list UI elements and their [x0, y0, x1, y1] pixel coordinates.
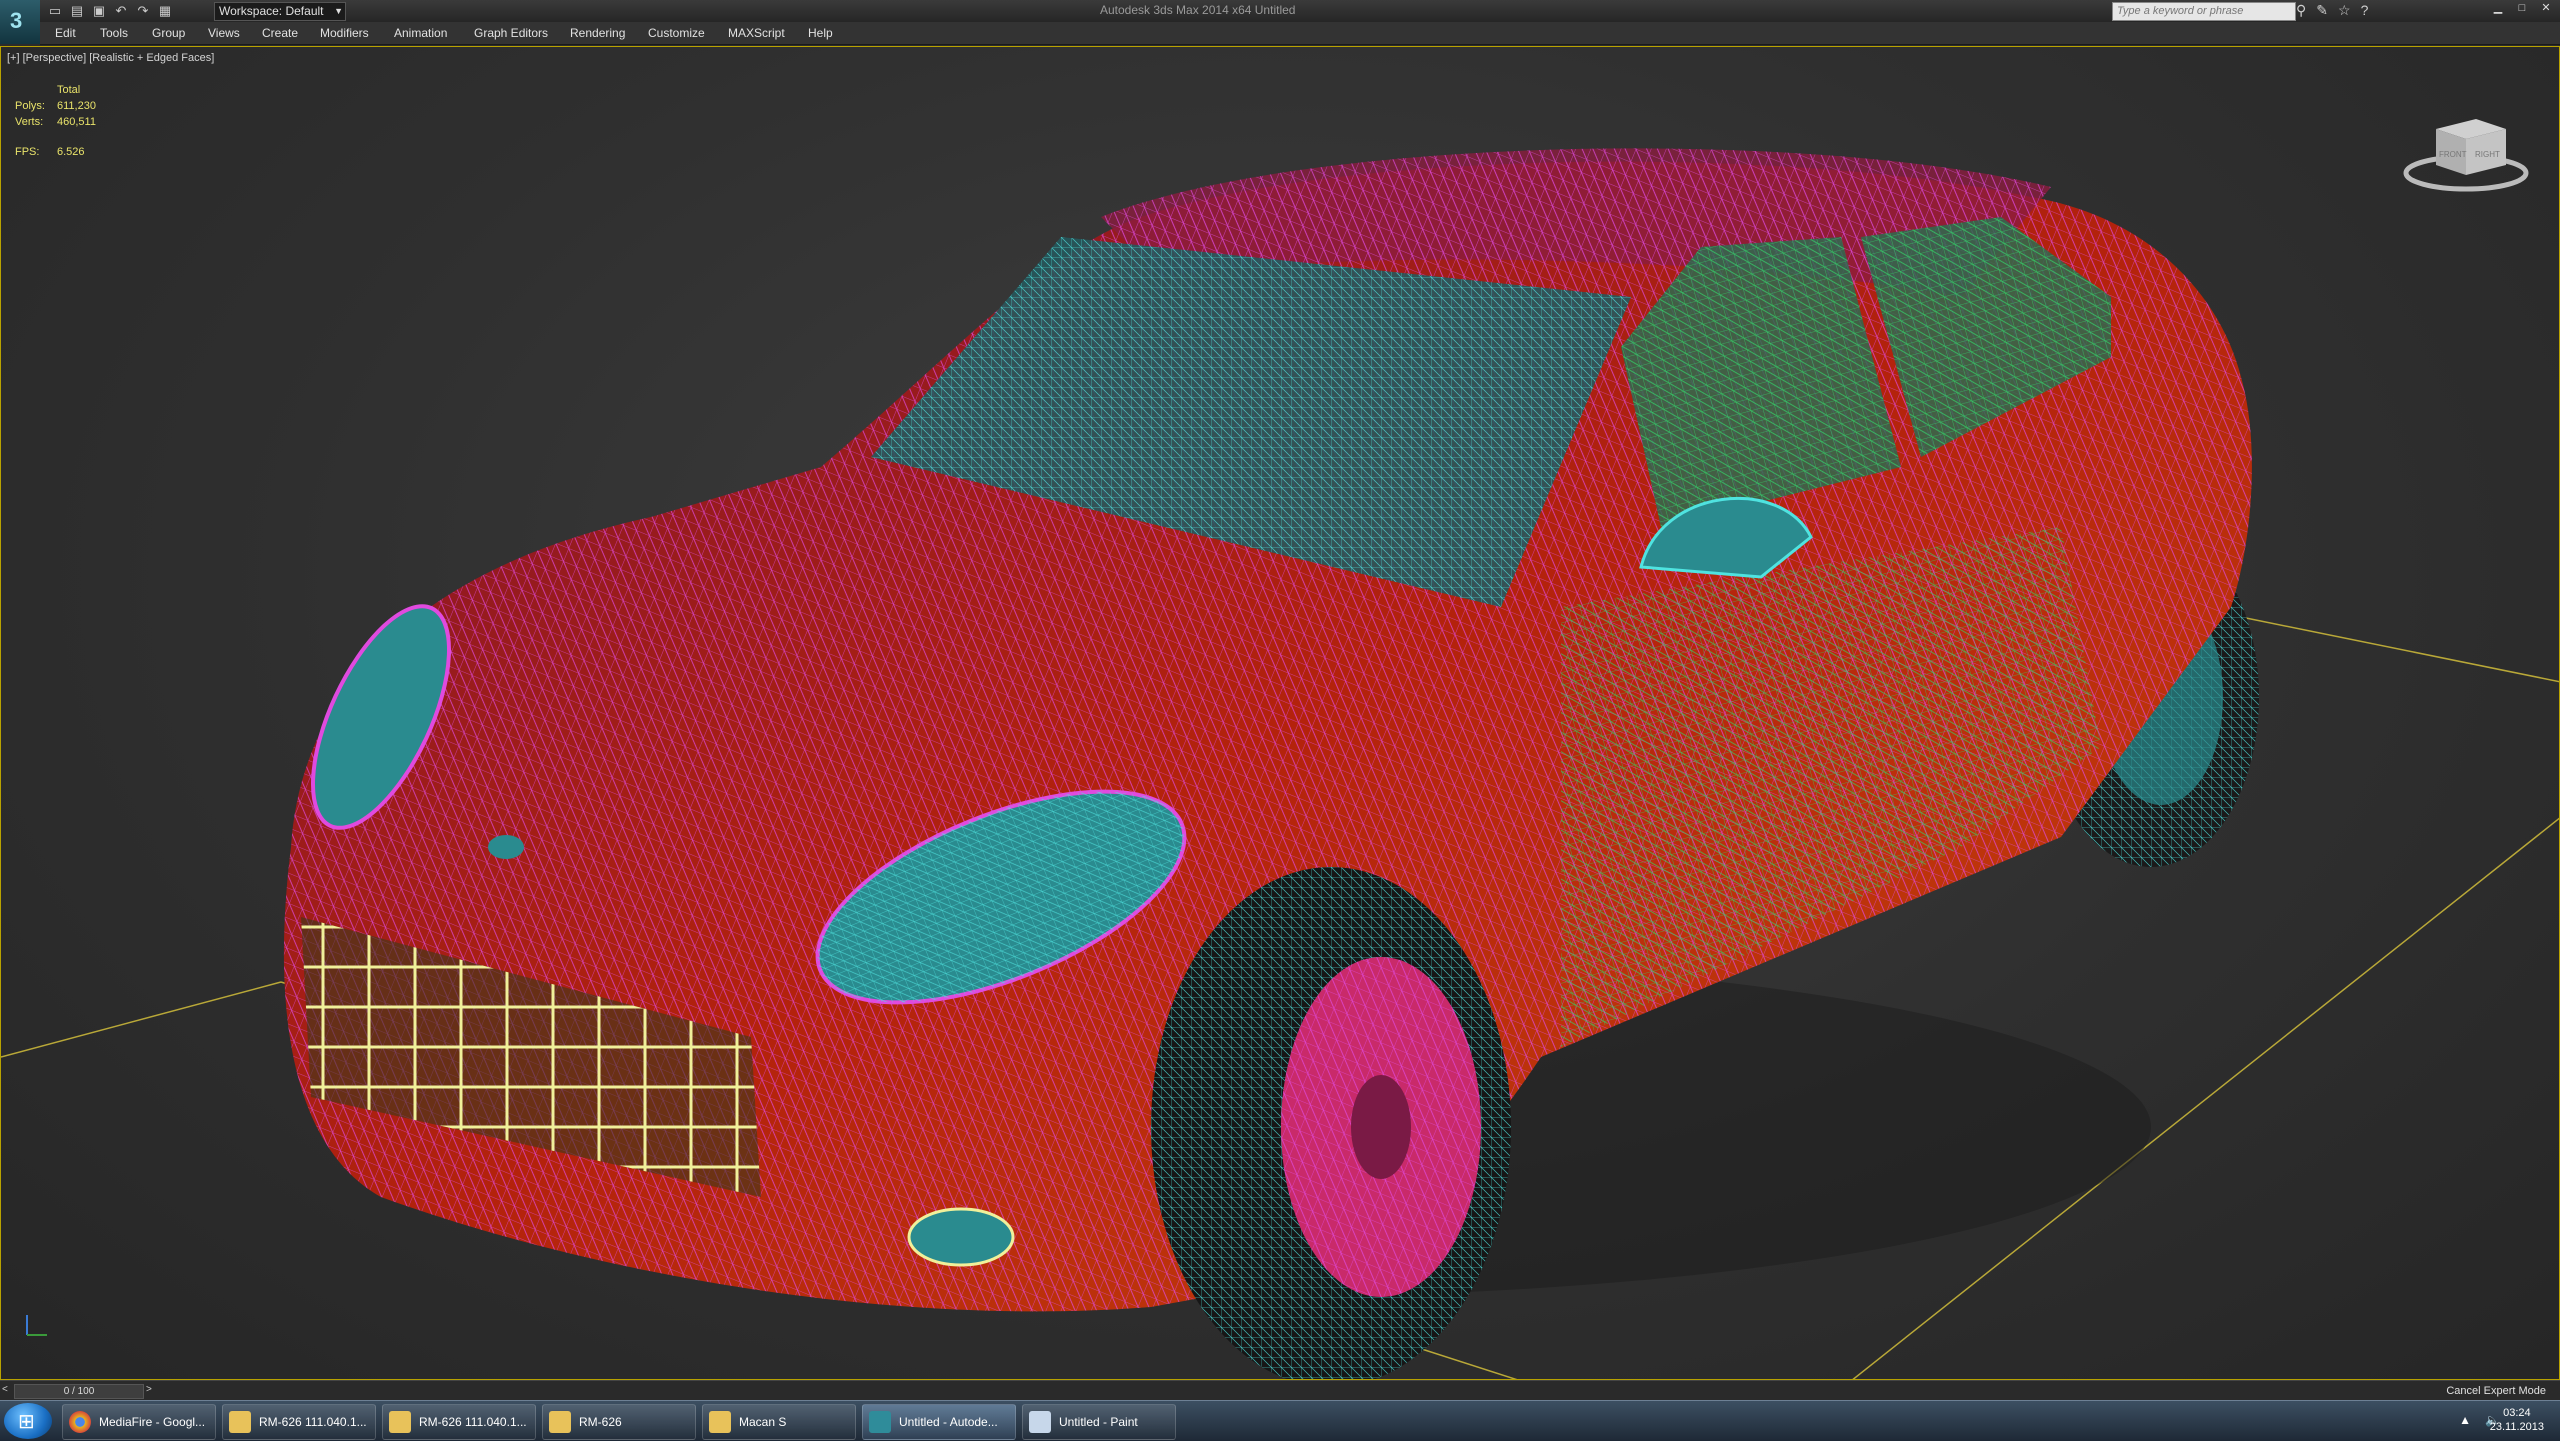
window-controls: ▁ □ ✕ [2488, 0, 2556, 16]
taskbar-item-chrome[interactable]: MediaFire - Googl... [62, 1404, 216, 1440]
fog-light [907, 1207, 1015, 1267]
search-input[interactable]: Type a keyword or phrase [2112, 2, 2296, 21]
viewport-label-menu[interactable]: [+] [Perspective] [Realistic + Edged Fac… [7, 52, 214, 64]
menu-rendering[interactable]: Rendering [570, 26, 625, 40]
close-icon[interactable]: ✕ [2536, 0, 2556, 16]
new-file-icon[interactable]: ▭ [46, 2, 64, 20]
menu-create[interactable]: Create [262, 26, 298, 40]
3dsmax-icon [869, 1411, 891, 1433]
front-wheel [1151, 867, 1511, 1379]
menu-customize[interactable]: Customize [648, 26, 705, 40]
redo-icon[interactable]: ↷ [134, 2, 152, 20]
windows-logo-icon: ⊞ [18, 1411, 35, 1433]
title-bar: 3 ▭ ▤ ▣ ↶ ↷ ▦ Workspace: Default ▼ Autode… [0, 0, 2560, 44]
workspace-dropdown[interactable]: Workspace: Default ▼ [214, 2, 346, 21]
fps-label: FPS: [15, 146, 40, 158]
minimize-icon[interactable]: ▁ [2488, 0, 2508, 16]
menu-maxscript[interactable]: MAXScript [728, 26, 785, 40]
menu-graph-editors[interactable]: Graph Editors [474, 26, 548, 40]
viewcube-right-label: RIGHT [2475, 150, 2500, 159]
taskbar-label: MediaFire - Googl... [99, 1415, 206, 1429]
menu-group[interactable]: Group [152, 26, 185, 40]
perspective-viewport[interactable]: [+] [Perspective] [Realistic + Edged Fac… [0, 46, 2560, 1380]
taskbar-label: Macan S [739, 1415, 787, 1429]
menu-modifiers[interactable]: Modifiers [320, 26, 369, 40]
menu-tools[interactable]: Tools [100, 26, 128, 40]
taskbar-label: Untitled - Autode... [899, 1415, 998, 1429]
open-file-icon[interactable]: ▤ [68, 2, 86, 20]
folder-icon [709, 1411, 731, 1433]
save-icon[interactable]: ▣ [90, 2, 108, 20]
show-hidden-icon[interactable]: ▲ [2459, 1413, 2471, 1427]
undo-icon[interactable]: ↶ [112, 2, 130, 20]
taskbar-item-paint[interactable]: Untitled - Paint [1022, 1404, 1176, 1440]
chrome-icon [69, 1411, 91, 1433]
star-icon[interactable]: ☆ [2338, 2, 2351, 19]
stats-header: Total [57, 84, 81, 96]
search-tools-icon[interactable]: ✎ [2316, 2, 2328, 19]
polys-value: 611,230 [57, 100, 96, 112]
taskbar-label: RM-626 111.040.1... [419, 1415, 527, 1429]
folder-icon [549, 1411, 571, 1433]
folder-icon [389, 1411, 411, 1433]
taskbar-item-folder[interactable]: RM-626 111.040.1... [222, 1404, 376, 1440]
taskbar-item-folder[interactable]: RM-626 [542, 1404, 696, 1440]
fps-value: 6.526 [57, 146, 85, 158]
taskbar-label: Untitled - Paint [1059, 1415, 1138, 1429]
taskbar-item-folder[interactable]: RM-626 111.040.1... [382, 1404, 536, 1440]
polys-label: Polys: [15, 100, 45, 112]
paint-icon [1029, 1411, 1051, 1433]
workspace-value: Workspace: Default [219, 4, 324, 18]
viewcube-front-label: FRONT [2439, 150, 2467, 159]
menu-bar: Edit Tools Group Views Create Modifiers … [40, 22, 2560, 45]
viewcube-icon[interactable]: FRONT RIGHT [2401, 107, 2531, 197]
infocenter-toolbar: ⚲ ✎ ☆ ? [2296, 2, 2368, 19]
chevron-down-icon: ▼ [334, 6, 343, 16]
axis-tripod-icon [26, 1315, 47, 1336]
project-folder-icon[interactable]: ▦ [156, 2, 174, 20]
cancel-expert-mode-button[interactable]: Cancel Expert Mode [2446, 1385, 2546, 1397]
time-prev-button[interactable]: < [2, 1384, 8, 1395]
window-title: Autodesk 3ds Max 2014 x64 Untitled [1100, 3, 1296, 17]
time-slider-bar: < 0 / 100 > Cancel Expert Mode [0, 1380, 2560, 1401]
time-slider[interactable]: 0 / 100 [14, 1384, 144, 1399]
time-next-button[interactable]: > [146, 1384, 152, 1395]
clock[interactable]: 03:24 23.11.2013 [2490, 1406, 2544, 1434]
taskbar-label: RM-626 [579, 1415, 622, 1429]
clock-date: 23.11.2013 [2489, 1421, 2544, 1433]
badge-icon [488, 835, 524, 859]
menu-animation[interactable]: Animation [394, 26, 447, 40]
viewport-statistics: Total Polys: 611,230 Verts: 460,511 FPS: 6.… [15, 82, 96, 160]
binoculars-icon[interactable]: ⚲ [2296, 2, 2306, 19]
menu-views[interactable]: Views [208, 26, 240, 40]
scene-render [1, 148, 2559, 1379]
menu-help[interactable]: Help [808, 26, 833, 40]
windows-taskbar: ⊞ MediaFire - Googl... RM-626 111.040.1.… [0, 1400, 2560, 1441]
application-menu-button[interactable]: 3 [0, 0, 40, 44]
start-button[interactable]: ⊞ [4, 1403, 52, 1439]
clock-time: 03:24 [2503, 1407, 2531, 1419]
help-icon[interactable]: ? [2361, 2, 2369, 19]
menu-edit[interactable]: Edit [55, 26, 76, 40]
3dsmax-logo-icon: 3 [10, 8, 23, 33]
quick-access-toolbar: ▭ ▤ ▣ ↶ ↷ ▦ [46, 2, 174, 20]
verts-label: Verts: [15, 116, 44, 128]
taskbar-label: RM-626 111.040.1... [259, 1415, 367, 1429]
taskbar-item-3dsmax[interactable]: Untitled - Autode... [862, 1404, 1016, 1440]
verts-value: 460,511 [57, 116, 96, 128]
maximize-icon[interactable]: □ [2512, 0, 2532, 16]
folder-icon [229, 1411, 251, 1433]
taskbar-item-folder[interactable]: Macan S [702, 1404, 856, 1440]
